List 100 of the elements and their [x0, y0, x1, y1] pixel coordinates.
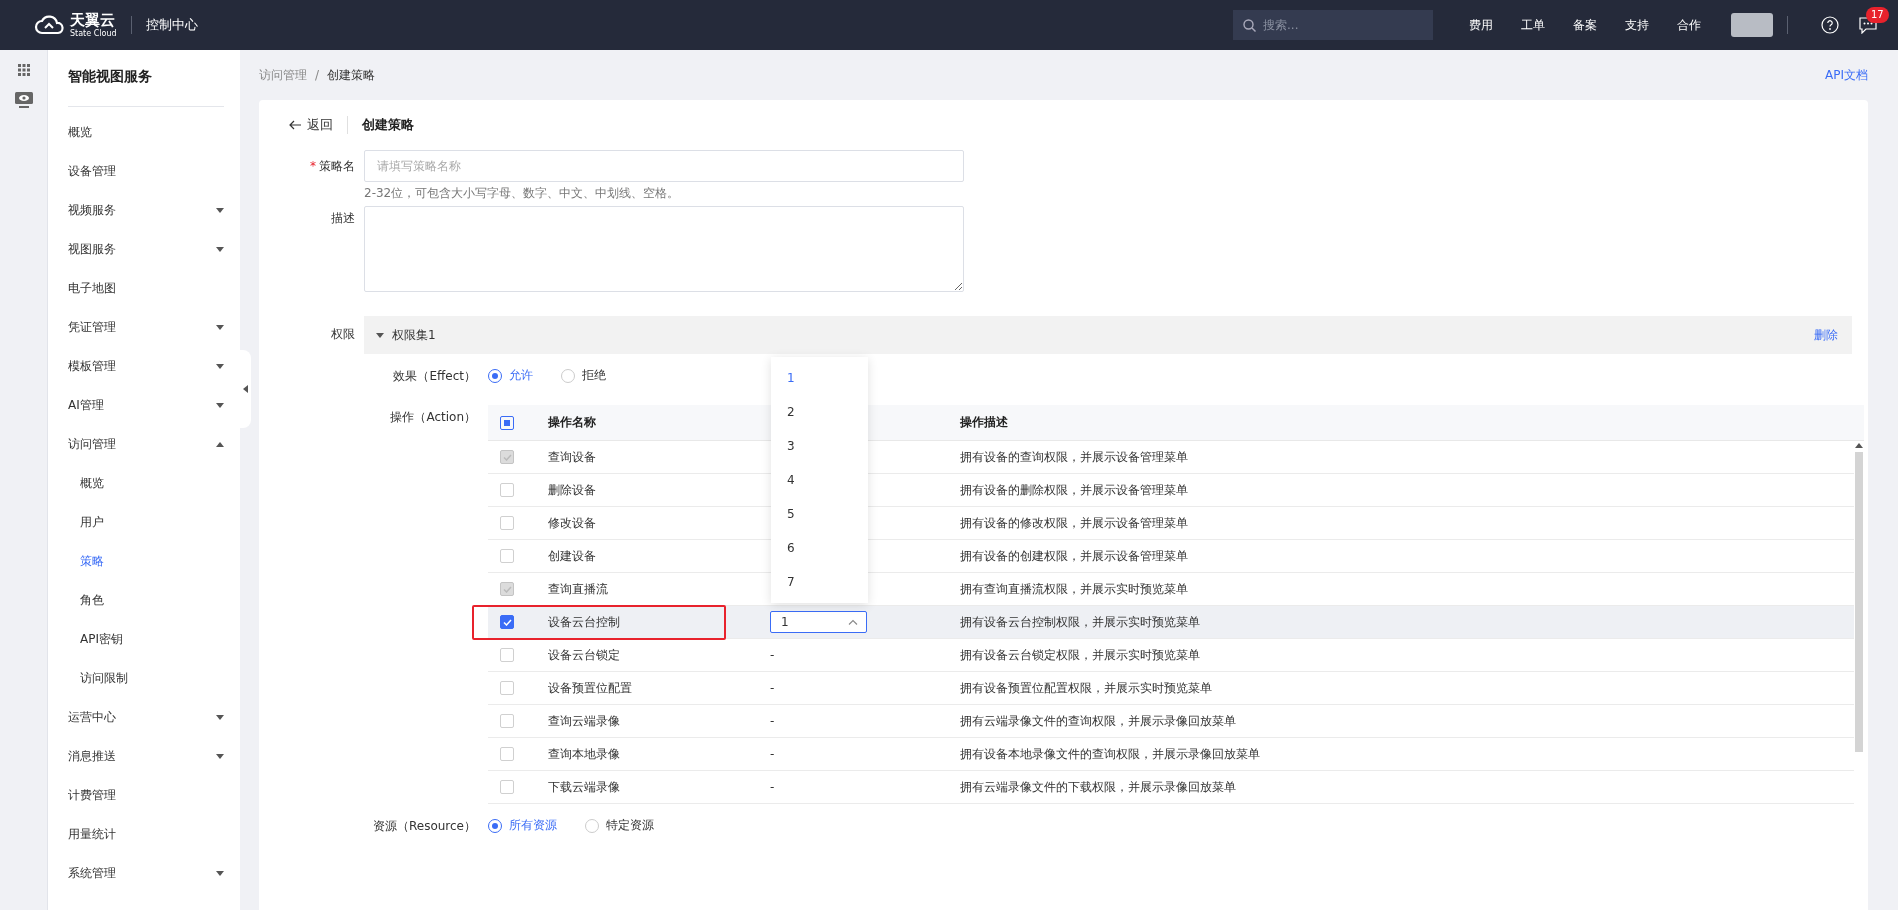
field-hint: 2-32位，可包含大小写字母、数字、中文、中划线、空格。 — [364, 185, 681, 202]
sidebar-item[interactable]: 视图服务 — [68, 230, 224, 269]
sidebar-item[interactable]: 电子地图 — [68, 269, 224, 308]
table-cell-text: 拥有设备的删除权限，并展示设备管理菜单 — [960, 481, 1189, 499]
dropdown-option[interactable]: 5 — [771, 497, 868, 531]
nav-link[interactable]: 支持 — [1625, 16, 1649, 34]
check-icon — [502, 585, 512, 593]
table-cell-text: - — [770, 780, 776, 794]
sidebar-item[interactable]: 用量统计 — [68, 815, 224, 854]
number-select[interactable]: 1 — [770, 611, 867, 633]
description-input[interactable] — [364, 206, 964, 292]
permission-set-header[interactable]: 权限集1 删除 — [364, 316, 1852, 354]
table-cell-text: 修改设备 — [548, 514, 597, 532]
table-cell-text: 设备预置位配置 — [548, 679, 633, 697]
field-label: 描述 — [330, 210, 355, 227]
api-doc-link[interactable]: API文档 — [1825, 66, 1868, 84]
sidebar-item[interactable]: API密钥 — [68, 620, 224, 659]
table-cell-text: 拥有云端录像文件的下载权限，并展示录像回放菜单 — [960, 778, 1237, 796]
caret-icon — [216, 754, 224, 759]
sidebar-item[interactable]: 访问限制 — [68, 659, 224, 698]
caret-icon — [216, 403, 224, 408]
table-cell-text: 删除设备 — [548, 481, 597, 499]
table-cell-text: 拥有设备预置位配置权限，并展示实时预览菜单 — [960, 679, 1213, 697]
console-title[interactable]: 控制中心 — [145, 16, 198, 34]
search-icon — [1243, 19, 1256, 32]
sidebar-item[interactable]: 概览 — [68, 113, 224, 152]
sidebar-item[interactable]: AI管理 — [68, 386, 224, 425]
brand-name: 天翼云 — [70, 12, 116, 28]
table-cell-text: 查询设备 — [548, 448, 597, 466]
search-field[interactable]: 搜索... — [1233, 10, 1433, 40]
table-cell-text: 拥有设备本地录像文件的查询权限，并展示录像回放菜单 — [960, 745, 1261, 763]
radio-option[interactable]: 所有资源 — [488, 816, 557, 835]
table-cell-text: 设备云台控制 — [548, 613, 621, 631]
table-cell-text: 拥有设备的修改权限，并展示设备管理菜单 — [960, 514, 1189, 532]
sidebar-item[interactable]: 系统管理 — [68, 854, 224, 893]
sidebar-item[interactable]: 访问管理 — [68, 425, 224, 464]
table-cell-text: 查询本地录像 — [548, 745, 621, 763]
dropdown-option[interactable]: 2 — [771, 395, 868, 429]
permission-set-title: 权限集1 — [392, 326, 437, 344]
arrow-left-icon — [289, 120, 301, 130]
dropdown-option[interactable]: 1 — [771, 361, 868, 395]
sidebar-item[interactable]: 角色 — [68, 581, 224, 620]
dropdown-option[interactable]: 3 — [771, 429, 868, 463]
table-cell-text: - — [770, 681, 776, 695]
chevron-icon — [848, 619, 858, 625]
nav-link[interactable]: 合作 — [1677, 16, 1701, 34]
brand-subtitle: State Cloud — [70, 29, 117, 38]
radio-option[interactable]: 拒绝 — [561, 366, 606, 385]
avatar[interactable] — [1731, 13, 1773, 37]
nav-link[interactable]: 费用 — [1469, 16, 1493, 34]
sidebar-item[interactable]: 策略 — [68, 542, 224, 581]
table-cell-text: 设备云台锁定 — [548, 646, 621, 664]
caret-icon — [216, 442, 224, 447]
monitor-eye-icon[interactable] — [14, 92, 33, 108]
collapse-handle[interactable] — [239, 350, 251, 428]
table-cell-text: 拥有查询直播流权限，并展示实时预览菜单 — [960, 580, 1189, 598]
sidebar-item[interactable]: 模板管理 — [68, 347, 224, 386]
grid-icon[interactable] — [17, 64, 30, 76]
policy-name-input[interactable]: 请填写策略名称 — [364, 150, 964, 182]
page-title: 创建策略 — [362, 116, 414, 134]
table-row[interactable]: 设备云台控制 1 拥有设备云台控制权限，并展示实时预览菜单 — [488, 606, 1854, 639]
sidebar-item[interactable]: 计费管理 — [68, 776, 224, 815]
radio-option[interactable]: 允许 — [488, 366, 533, 385]
dropdown-option[interactable]: 4 — [771, 463, 868, 497]
sidebar-item[interactable]: 运营中心 — [68, 698, 224, 737]
field-label: * 策略名 — [309, 158, 355, 175]
sidebar-item[interactable]: 用户 — [68, 503, 224, 542]
sidebar-item[interactable]: 设备管理 — [68, 152, 224, 191]
check-icon — [502, 453, 512, 461]
table-cell-text: 查询直播流 — [548, 580, 609, 598]
caret-icon — [216, 247, 224, 252]
select-all-checkbox[interactable] — [500, 415, 514, 430]
column-header: 操作名称 — [548, 414, 597, 431]
help-button[interactable] — [1820, 15, 1840, 35]
table-cell-text: - — [770, 747, 776, 761]
sidebar-item[interactable]: 消息推送 — [68, 737, 224, 776]
table-cell-text: 创建设备 — [548, 547, 597, 565]
dropdown-option[interactable]: 7 — [771, 565, 868, 599]
caret-icon — [216, 325, 224, 330]
collapse-icon — [242, 385, 248, 393]
table-cell-text: 拥有设备云台锁定权限，并展示实时预览菜单 — [960, 646, 1201, 664]
sidebar-item[interactable]: 概览 — [68, 464, 224, 503]
nav-link[interactable]: 备案 — [1573, 16, 1597, 34]
row-checkbox[interactable] — [500, 615, 514, 629]
table-cell-text: 拥有设备的创建权限，并展示设备管理菜单 — [960, 547, 1189, 565]
help-icon — [1821, 16, 1839, 34]
table-cell-text: 拥有设备云台控制权限，并展示实时预览菜单 — [960, 613, 1201, 631]
radio-option[interactable]: 特定资源 — [585, 816, 654, 835]
nav-link[interactable]: 工单 — [1521, 16, 1545, 34]
caret-icon — [216, 364, 224, 369]
back-button[interactable]: 返回 — [289, 116, 333, 134]
dropdown-option[interactable]: 6 — [771, 531, 868, 565]
sidebar-item[interactable]: 视频服务 — [68, 191, 224, 230]
cloud-logo-icon — [34, 15, 64, 35]
table-cell-text: - — [770, 648, 776, 662]
breadcrumb-item: 创建策略 — [327, 66, 376, 84]
caret-icon — [376, 332, 384, 338]
delete-link[interactable]: 删除 — [1814, 326, 1838, 344]
sidebar-item[interactable]: 凭证管理 — [68, 308, 224, 347]
notification-badge: 17 — [1866, 7, 1889, 23]
